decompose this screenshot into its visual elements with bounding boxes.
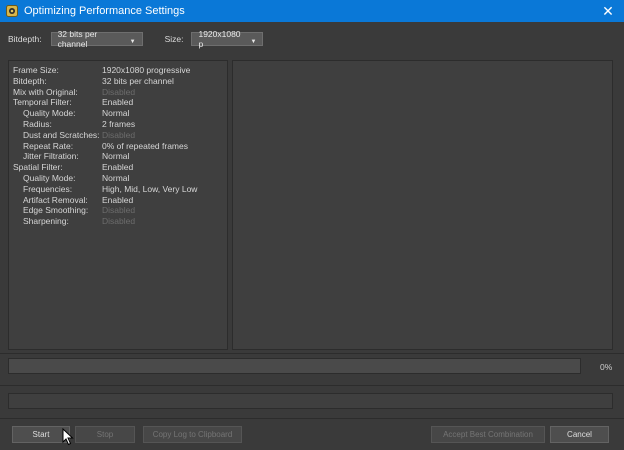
setting-row: Frame Size: 1920x1080 progressive (9, 65, 227, 76)
accept-best-combination-button[interactable]: Accept Best Combination (431, 426, 545, 443)
setting-label: Frame Size: (13, 65, 59, 75)
cancel-button[interactable]: Cancel (550, 426, 609, 443)
setting-value: Disabled (102, 205, 136, 216)
setting-label: Quality Mode: (23, 173, 76, 183)
bitdepth-label: Bitdepth: (8, 34, 42, 44)
title-bar: Optimizing Performance Settings ✕ (0, 0, 624, 22)
setting-value: Normal (102, 108, 130, 119)
divider (0, 418, 624, 419)
mouse-cursor-icon (62, 428, 74, 446)
progress-percent: 0% (600, 362, 613, 372)
setting-row: Jitter Filtration: Normal (9, 151, 227, 162)
setting-row: Artifact Removal: Enabled (9, 195, 227, 206)
setting-value: Enabled (102, 162, 134, 173)
dropdown-arrow-icon: ▼ (129, 39, 136, 45)
bitdepth-dropdown[interactable]: 32 bits per channel ▼ (50, 29, 143, 49)
progress-bar (8, 358, 581, 374)
setting-row: Dust and Scratches: Disabled (9, 130, 227, 141)
stop-button[interactable]: Stop (75, 426, 135, 443)
setting-value: Disabled (102, 86, 136, 97)
setting-label: Repeat Rate: (23, 140, 74, 151)
setting-label: Edge Smoothing: (23, 205, 89, 216)
setting-value: Enabled (102, 194, 134, 205)
setting-label: Radius: (23, 119, 52, 129)
setting-value: 32 bits per channel (102, 75, 174, 86)
dropdown-arrow-icon: ▼ (250, 39, 257, 45)
setting-label: Quality Mode: (23, 108, 76, 119)
setting-label: Dust and Scratches: (23, 129, 100, 140)
setting-row: Radius: 2 frames (9, 119, 227, 130)
window-title: Optimizing Performance Settings (24, 5, 185, 17)
setting-value: 2 frames (102, 119, 136, 129)
setting-label: Artifact Removal: (23, 194, 88, 205)
bitdepth-value: 32 bits per channel (57, 29, 98, 49)
setting-label: Spatial Filter: (13, 162, 63, 173)
setting-value: High, Mid, Low, Very Low (102, 183, 198, 194)
app-icon (6, 5, 18, 17)
setting-value: Disabled (102, 216, 136, 227)
copy-log-button[interactable]: Copy Log to Clipboard (143, 426, 242, 443)
toolbar: Bitdepth: 32 bits per channel ▼ Size: 19… (0, 22, 624, 56)
size-dropdown[interactable]: 1920x1080 p ▼ (191, 29, 264, 49)
setting-value: Normal (102, 151, 130, 162)
setting-label: Bitdepth: (13, 75, 47, 86)
setting-value: 0% of repeated frames (102, 140, 188, 151)
setting-row: Frequencies: High, Mid, Low, Very Low (9, 184, 227, 195)
log-panel (232, 60, 613, 350)
setting-label: Mix with Original: (13, 86, 78, 97)
setting-row: Sharpening: Disabled (9, 216, 227, 227)
setting-label: Temporal Filter: (13, 97, 72, 108)
setting-row: Quality Mode: Normal (9, 108, 227, 119)
divider (0, 385, 624, 386)
setting-row: Mix with Original: Disabled (9, 87, 227, 98)
size-label: Size: (164, 34, 184, 44)
settings-panel: Frame Size: 1920x1080 progressive Bitdepth… (8, 60, 228, 350)
status-bar (8, 393, 613, 409)
size-value: 1920x1080 p (198, 29, 241, 49)
setting-row: Temporal Filter: Enabled (9, 97, 227, 108)
setting-row: Edge Smoothing: Disabled (9, 205, 227, 216)
setting-row: Repeat Rate: 0% of repeated frames (9, 141, 227, 152)
setting-value: 1920x1080 progressive (102, 65, 191, 75)
divider (0, 353, 624, 354)
setting-label: Frequencies: (23, 183, 73, 194)
setting-row: Quality Mode: Normal (9, 173, 227, 184)
setting-value: Disabled (102, 129, 136, 140)
setting-row: Bitdepth: 32 bits per channel (9, 76, 227, 87)
setting-label: Jitter Filtration: (23, 151, 79, 162)
setting-value: Normal (102, 173, 130, 183)
close-icon[interactable]: ✕ (598, 1, 618, 21)
setting-row: Spatial Filter: Enabled (9, 162, 227, 173)
setting-value: Enabled (102, 97, 134, 108)
setting-label: Sharpening: (23, 216, 69, 227)
